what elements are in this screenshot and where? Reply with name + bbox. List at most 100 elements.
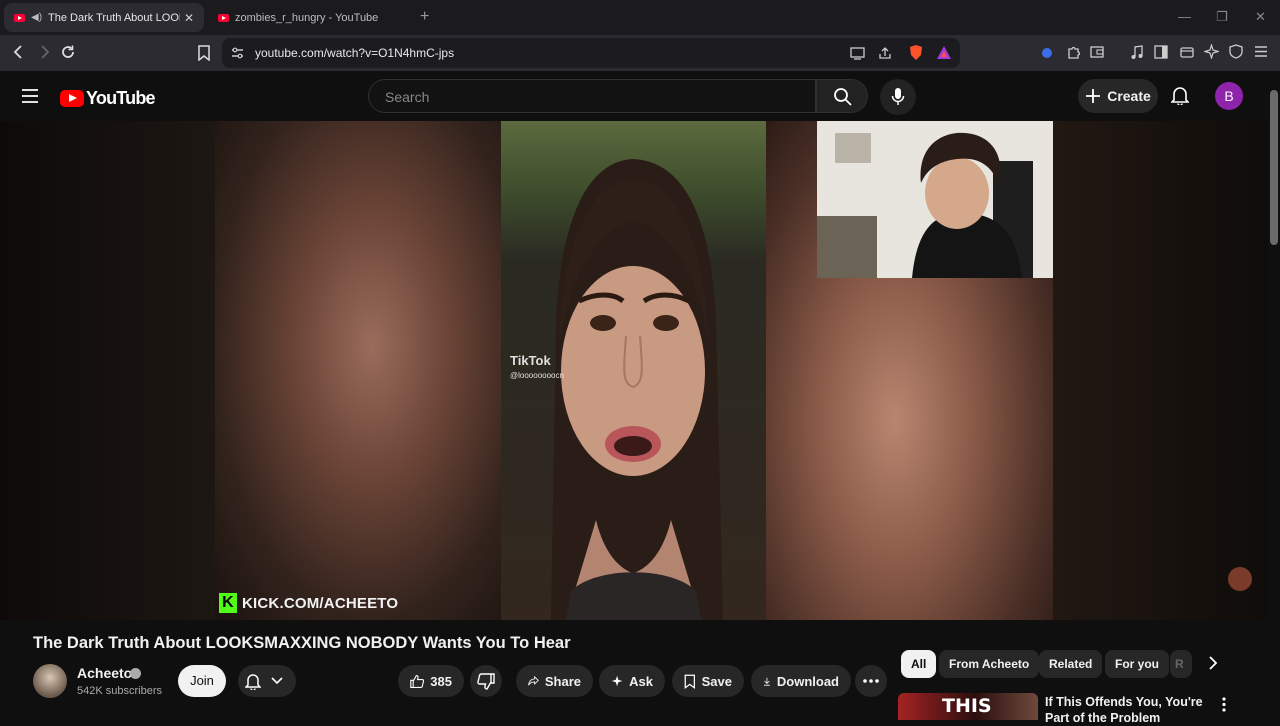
dislike-button[interactable] (470, 665, 502, 697)
video-frame-left (0, 121, 215, 620)
verified-badge-icon (130, 668, 141, 679)
chip-from-acheeto[interactable]: From Acheeto (939, 650, 1040, 678)
youtube-wordmark: YouTube (86, 88, 156, 108)
bookmark-icon[interactable] (197, 45, 211, 61)
vpn-icon[interactable] (1040, 46, 1054, 60)
search-button[interactable] (816, 79, 868, 113)
ask-button[interactable]: Ask (599, 665, 665, 697)
download-button[interactable]: Download (751, 665, 851, 697)
minimize-icon[interactable]: — (1178, 9, 1191, 24)
youtube-logo[interactable]: YouTube (60, 88, 156, 109)
notifications-icon[interactable] (1171, 85, 1189, 105)
tab-inactive[interactable]: zombies_r_hungry - YouTube (208, 3, 408, 32)
search-icon (834, 88, 852, 106)
youtube-favicon-icon (218, 13, 229, 22)
subscription-bell-button[interactable] (238, 665, 296, 697)
emoji-sticker-icon (1228, 567, 1252, 591)
recommended-video-title[interactable]: If This Offends You, You're Part of the … (1045, 694, 1220, 726)
tab-title: The Dark Truth About LOOKSM (48, 11, 180, 24)
address-bar: youtube.com/watch?v=O1N4hmC-jps (0, 35, 1280, 71)
tiktok-handle: @loooooooocn (510, 371, 564, 380)
reload-icon[interactable] (60, 44, 76, 60)
save-label: Save (701, 673, 732, 689)
site-settings-icon[interactable] (231, 47, 244, 60)
speaker-icon[interactable]: ◀) (31, 12, 42, 23)
url-field[interactable]: youtube.com/watch?v=O1N4hmC-jps (222, 38, 960, 68)
tab-title: zombies_r_hungry - YouTube (235, 11, 379, 24)
new-tab-icon[interactable]: + (420, 8, 429, 26)
close-window-icon[interactable]: ✕ (1255, 9, 1266, 25)
download-icon (763, 677, 770, 686)
bell-icon (245, 674, 261, 690)
ask-label: Ask (629, 673, 653, 689)
restore-icon[interactable]: ❐ (1216, 9, 1228, 25)
account-avatar[interactable]: B (1215, 82, 1243, 110)
more-vertical-icon[interactable] (1222, 697, 1226, 712)
extensions-icon[interactable] (1066, 45, 1081, 60)
sparkle-icon (611, 675, 623, 687)
kick-watermark: K KICK.COM/ACHEETO (219, 593, 398, 613)
thumbs-up-icon (410, 674, 425, 688)
scrollbar-thumb[interactable] (1270, 90, 1278, 245)
thumbs-down-icon (477, 672, 495, 690)
create-button[interactable]: Create (1078, 79, 1158, 113)
kick-logo-icon: K (219, 593, 237, 613)
brave-shields-icon[interactable] (908, 44, 924, 61)
kick-url-text: KICK.COM/ACHEETO (242, 594, 399, 612)
share-page-icon[interactable] (878, 46, 893, 60)
tiktok-label: TikTok (510, 353, 551, 368)
browser-tab-bar: ◀) The Dark Truth About LOOKSM ✕ zombies… (0, 0, 1280, 35)
channel-name[interactable]: Acheeto (77, 665, 132, 681)
leo-ai-icon[interactable] (1204, 44, 1219, 59)
brave-rewards-icon[interactable] (936, 45, 952, 60)
chip-all[interactable]: All (901, 650, 937, 678)
chip-related[interactable]: Related (1039, 650, 1103, 678)
tiktok-watermark: TikTok @loooooooocn (510, 353, 564, 380)
create-label: Create (1107, 88, 1151, 104)
wallet-2-icon[interactable] (1180, 45, 1194, 59)
streamer-facecam (817, 121, 1053, 278)
plus-icon (1086, 89, 1101, 103)
video-frame-right (1053, 121, 1268, 620)
cast-icon[interactable] (850, 46, 865, 60)
download-label: Download (776, 673, 839, 689)
more-actions-button[interactable] (855, 665, 887, 697)
thumbnail-text: THIS (942, 695, 992, 717)
chips-next-arrow-icon[interactable] (1207, 656, 1219, 670)
search-input[interactable] (383, 88, 787, 106)
microphone-icon (891, 88, 905, 105)
chip-for-you[interactable]: For you (1105, 650, 1169, 678)
menu-icon[interactable] (1254, 45, 1268, 58)
save-button[interactable]: Save (672, 665, 744, 697)
search-box (368, 79, 816, 113)
wallet-icon[interactable] (1090, 45, 1104, 59)
voice-search-button[interactable] (880, 79, 916, 115)
share-button[interactable]: Share (516, 665, 593, 697)
streamer-illustration (817, 121, 1053, 278)
forward-icon[interactable] (36, 44, 52, 60)
share-icon (528, 675, 539, 686)
youtube-play-icon (60, 90, 84, 107)
tab-active[interactable]: ◀) The Dark Truth About LOOKSM ✕ (4, 3, 204, 32)
sidebar-toggle-icon[interactable] (1154, 45, 1168, 59)
share-label: Share (544, 673, 581, 689)
url-text: youtube.com/watch?v=O1N4hmC-jps (255, 46, 455, 60)
channel-avatar[interactable] (33, 664, 67, 698)
youtube-favicon-icon (14, 13, 25, 22)
back-icon[interactable] (11, 44, 27, 60)
chevron-down-icon (271, 677, 283, 685)
join-button[interactable]: Join (178, 665, 226, 697)
like-count: 385 (430, 673, 452, 689)
chip-recently-uploaded[interactable]: R (1170, 650, 1192, 678)
youtube-header: YouTube Create B (0, 71, 1280, 121)
close-tab-icon[interactable]: ✕ (184, 11, 194, 25)
blurred-background-left (215, 121, 501, 620)
more-horizontal-icon (863, 679, 879, 683)
guide-menu-icon[interactable] (21, 88, 39, 104)
media-icon[interactable] (1130, 45, 1144, 60)
recommended-video-thumbnail[interactable]: THIS (898, 693, 1038, 720)
video-title: The Dark Truth About LOOKSMAXXING NOBODY… (33, 634, 571, 652)
vpn-shield-icon[interactable] (1229, 44, 1243, 59)
video-player[interactable]: TikTok @loooooooocn K KICK.COM/ACHEETO (0, 121, 1268, 620)
like-button[interactable]: 385 (398, 665, 464, 697)
